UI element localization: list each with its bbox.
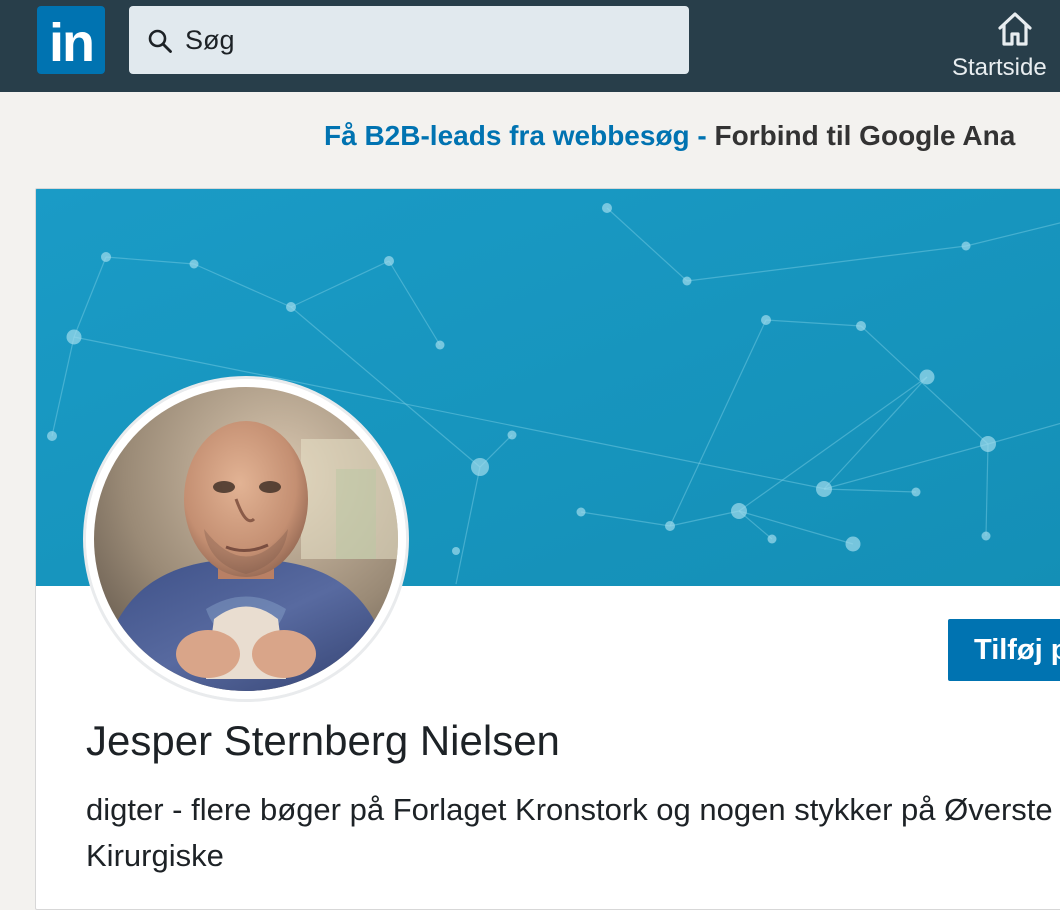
- profile-headline: digter - flere bøger på Forlaget Kronsto…: [86, 792, 1053, 873]
- nav-item-home-label: Startside: [952, 54, 1047, 81]
- profile-name: Jesper Sternberg Nielsen: [86, 717, 560, 764]
- search-input[interactable]: [185, 6, 665, 74]
- add-profile-section-button[interactable]: Tilføj p: [948, 619, 1060, 681]
- home-icon: [998, 12, 1032, 46]
- top-navigation-bar: in Startside: [0, 0, 1060, 92]
- ad-banner: Få B2B-leads fra webbesøg - Forbind til …: [324, 120, 1015, 152]
- ad-link[interactable]: Få B2B-leads fra webbesøg: [324, 120, 690, 151]
- profile-card: Tilføj p Jesper Sternberg Nielsen digter…: [35, 188, 1060, 910]
- search-icon: [148, 29, 172, 53]
- linkedin-logo[interactable]: in: [37, 6, 105, 74]
- ad-text[interactable]: Forbind til Google Ana: [715, 120, 1016, 151]
- profile-avatar[interactable]: [86, 379, 406, 699]
- profile-photo: [86, 379, 406, 699]
- nav-item-home[interactable]: Startside: [944, 6, 1060, 86]
- ad-separator: -: [689, 120, 715, 151]
- search-box[interactable]: [129, 6, 689, 74]
